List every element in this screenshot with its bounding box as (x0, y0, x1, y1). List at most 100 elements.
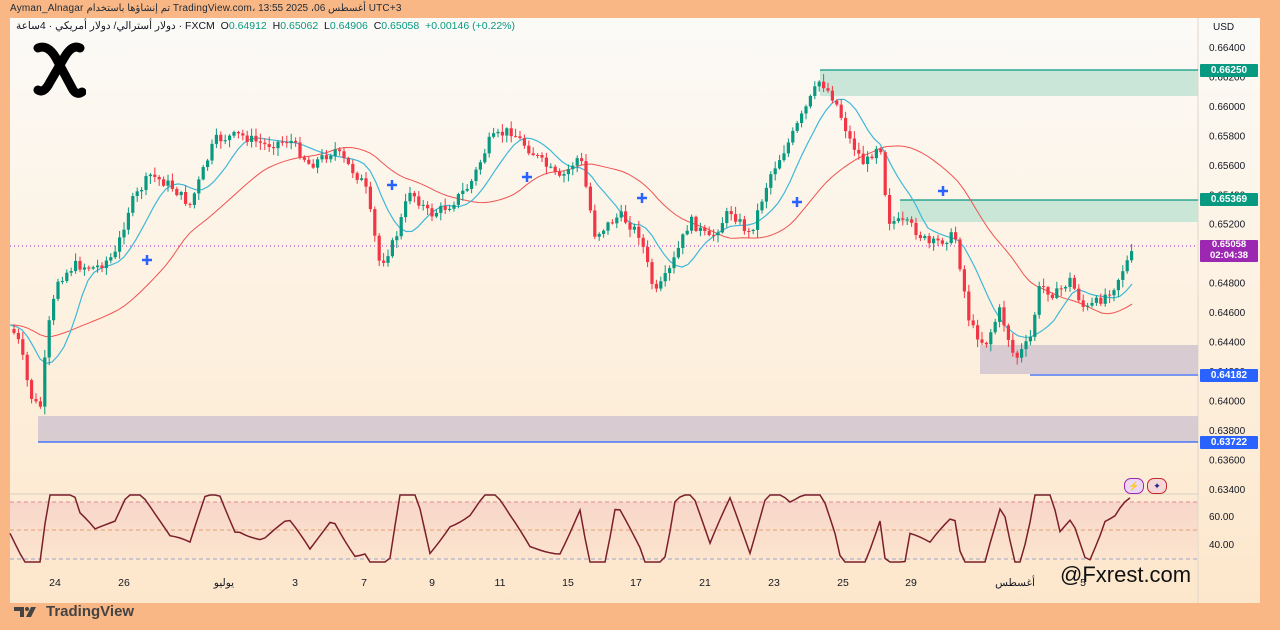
candle-body (954, 232, 958, 240)
candle-body (78, 260, 82, 270)
candle-body (588, 186, 592, 211)
symbol-description[interactable]: دولار أسترالي/ دولار أمريكي · 4ساعة · FX… (16, 20, 215, 32)
candle-body (122, 229, 126, 238)
candle-body (663, 273, 667, 282)
candle-body (703, 227, 707, 231)
candle-body (800, 113, 804, 124)
candle-body (267, 144, 271, 148)
candle-body (773, 168, 777, 175)
candle-body (461, 190, 465, 195)
candle-body (140, 189, 144, 192)
tradingview-text: TradingView (46, 603, 135, 620)
screenshot-frame: Ayman_Alnagar تم إنشاؤها باستخدام Tradin… (0, 0, 1280, 630)
candle-body (100, 265, 104, 269)
candle-body (866, 156, 870, 165)
candle-body (756, 210, 760, 230)
price-axis-label: 0.64000 (1209, 396, 1246, 407)
candle-body (584, 161, 588, 187)
zones-layer (38, 69, 1198, 443)
candle-body (1108, 294, 1112, 296)
candle-body (509, 128, 513, 137)
candle-body (175, 189, 179, 196)
candle-body (571, 165, 575, 170)
candle-body (910, 219, 914, 223)
candle-body (1050, 294, 1054, 299)
candle-body (1064, 286, 1068, 289)
candle-body (1020, 349, 1024, 358)
candle-body (223, 140, 227, 142)
candle-body (646, 246, 650, 263)
candle-body (113, 251, 117, 258)
candle-body (747, 230, 751, 232)
ma-cross-marker (142, 255, 152, 265)
candle-body (795, 123, 799, 131)
candle-body (839, 104, 843, 118)
candle-body (918, 235, 922, 239)
lightning-icon[interactable]: ⚡ (1124, 478, 1144, 494)
candle-body (329, 155, 333, 160)
candle-body (544, 157, 548, 167)
candle-body (373, 209, 377, 236)
low-value: 0.64906 (329, 20, 368, 32)
price-axis-label: 0.64400 (1209, 338, 1246, 349)
candle-body (386, 256, 390, 263)
price-axis-label: 0.64800 (1209, 279, 1246, 290)
candle-body (1099, 297, 1103, 304)
candle-body (452, 204, 456, 209)
candle-body (976, 325, 980, 340)
candle-body (610, 222, 614, 224)
candle-body (707, 230, 711, 236)
ma-cross-markers (142, 172, 948, 265)
candle-body (720, 223, 724, 233)
candle-body (399, 217, 403, 237)
candle-body (1094, 297, 1098, 303)
candle-body (624, 211, 628, 223)
candle-body (1033, 314, 1037, 337)
currency-label[interactable]: USD (1213, 22, 1234, 33)
candle-body (250, 135, 254, 142)
candle-body (179, 192, 183, 196)
candle-body (668, 268, 672, 274)
candle-body (1130, 251, 1134, 261)
candle-body (945, 243, 949, 245)
symbol-header[interactable]: دولار أسترالي/ دولار أمريكي · 4ساعة · FX… (16, 20, 515, 32)
candle-body (320, 155, 324, 160)
flag-au-icon[interactable]: ✦ (1147, 478, 1167, 494)
candle-body (1024, 341, 1028, 350)
time-axis-label: 23 (768, 577, 780, 589)
candle-body (60, 280, 64, 282)
candle-body (751, 229, 755, 231)
candle-body (936, 238, 940, 241)
candle-body (311, 163, 315, 168)
price-axis-label: 0.63600 (1209, 455, 1246, 466)
candle-body (254, 135, 258, 142)
candle-body (56, 281, 60, 299)
candle-body (1090, 302, 1094, 306)
ma-cross-marker (522, 172, 532, 182)
candle-body (725, 211, 729, 224)
candle-body (984, 342, 988, 345)
candle-body (1046, 287, 1050, 295)
time-axis-label: 26 (118, 577, 130, 589)
candle-body (245, 135, 249, 142)
candle-body (685, 230, 689, 235)
candle-body (219, 134, 223, 142)
candle-body (43, 357, 47, 407)
chart-svg[interactable]: 0.664000.662000.660000.658000.656000.654… (0, 0, 1280, 630)
candle-body (593, 210, 597, 237)
candle-body (989, 332, 993, 345)
candle-body (1028, 336, 1032, 342)
candle-body (302, 157, 306, 160)
candle-body (377, 235, 381, 261)
candle-body (448, 208, 452, 210)
candle-body (848, 131, 852, 139)
candle-body (522, 138, 526, 146)
demand-zone-low (38, 416, 1198, 442)
candle-body (1055, 288, 1059, 299)
candle-body (540, 155, 544, 158)
candle-body (206, 160, 210, 168)
candle-body (342, 151, 346, 159)
candle-body (734, 214, 738, 222)
candle-body (874, 148, 878, 159)
chart-event-icons[interactable]: ⚡ ✦ (1124, 478, 1167, 494)
